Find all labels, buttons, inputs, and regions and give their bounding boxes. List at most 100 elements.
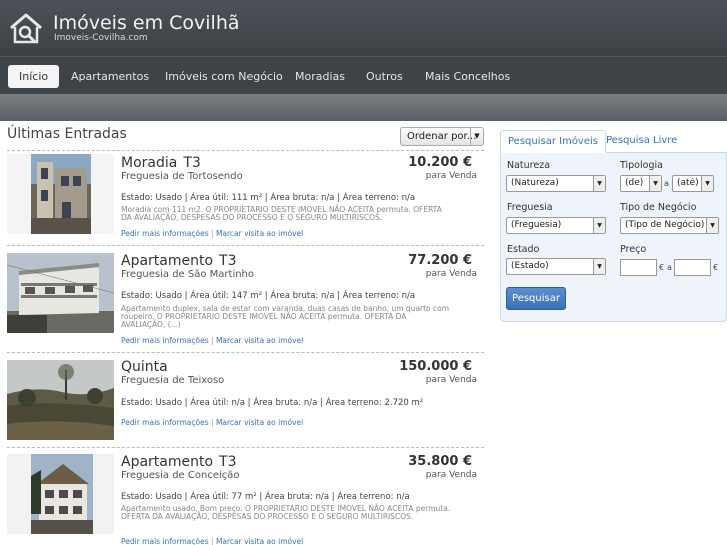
- request-info-link[interactable]: Pedir mais informações: [121, 418, 209, 427]
- chevron-down-icon: ▼: [593, 176, 605, 191]
- tipo-negocio-label: Tipo de Negócio: [620, 202, 697, 213]
- section-title: Últimas Entradas: [7, 126, 127, 142]
- divider: [7, 447, 484, 448]
- listing-details: Estado: Usado | Área útil: n/a | Área br…: [121, 398, 424, 408]
- chevron-down-icon: ▼: [593, 259, 605, 274]
- listing-deal: para Venda: [425, 171, 477, 181]
- tipologia-to-select[interactable]: (até) ▼: [672, 175, 714, 192]
- listing-type-name: Apartamento: [121, 253, 214, 269]
- price-max-input[interactable]: [674, 259, 711, 276]
- tipo-negocio-value: (Tipo de Negócio): [625, 220, 705, 230]
- nav-item-mais-concelhos[interactable]: Mais Concelhos: [425, 65, 510, 88]
- listing-type[interactable]: Apartamento T3: [121, 454, 237, 470]
- freguesia-value: (Freguesia): [511, 220, 562, 230]
- listing-details: Estado: Usado | Área útil: 147 m² | Área…: [121, 291, 416, 301]
- listing-links: Pedir mais informações | Marcar visita a…: [121, 418, 303, 427]
- schedule-visit-link[interactable]: Marcar visita ao imóvel: [216, 418, 303, 427]
- site-title[interactable]: Imóveis em Covilhã: [53, 12, 240, 34]
- main-nav: Início Apartamentos Imóveis com Negócio …: [0, 56, 727, 94]
- currency-label: €: [659, 263, 665, 272]
- nav-item-moradias[interactable]: Moradias: [295, 65, 345, 88]
- listing-parish: Freguesia de São Martinho: [121, 269, 255, 280]
- listing-parish: Freguesia de Conceição: [121, 470, 240, 481]
- listing-details: Estado: Usado | Área útil: 77 m² | Área …: [121, 492, 410, 502]
- tipologia-to-value: (até): [677, 178, 699, 188]
- link-separator: |: [211, 336, 214, 345]
- listing-type-name: Apartamento: [121, 454, 214, 470]
- listing-details: Estado: Usado | Área útil: 111 m² | Área…: [121, 193, 416, 203]
- listing-deal: para Venda: [425, 269, 477, 279]
- schedule-visit-link[interactable]: Marcar visita ao imóvel: [216, 336, 303, 345]
- listing-description: Apartamento usado. Bom preço. O PROPRIET…: [121, 504, 451, 521]
- freguesia-select[interactable]: (Freguesia) ▼: [506, 217, 606, 234]
- tipo-negocio-select[interactable]: (Tipo de Negócio) ▼: [620, 217, 719, 234]
- listing-price: 10.200 €: [408, 155, 472, 170]
- header-bar: [0, 94, 727, 121]
- freguesia-label: Freguesia: [507, 202, 553, 213]
- listing-type-name: Quinta: [121, 359, 168, 375]
- listing-links: Pedir mais informações | Marcar visita a…: [121, 336, 303, 345]
- range-connector: a: [664, 179, 669, 188]
- chevron-down-icon: ▼: [649, 176, 661, 191]
- listing-typology: T3: [183, 155, 201, 171]
- link-separator: |: [211, 229, 214, 238]
- tipologia-from-select[interactable]: (de) ▼: [620, 175, 662, 192]
- request-info-link[interactable]: Pedir mais informações: [121, 229, 209, 238]
- schedule-visit-link[interactable]: Marcar visita ao imóvel: [216, 537, 303, 545]
- currency-label: €: [713, 263, 719, 272]
- listing-description: Apartamento duplex, sala de estar com va…: [121, 304, 450, 329]
- chevron-down-icon: ▼: [593, 218, 605, 233]
- divider: [7, 352, 484, 353]
- search-button[interactable]: Pesquisar: [506, 287, 566, 310]
- site-subtitle: Imoveis-Covilha.com: [54, 33, 148, 43]
- listing-photo[interactable]: [7, 360, 114, 440]
- chevron-down-icon: ▼: [701, 176, 713, 191]
- chevron-down-icon: ▼: [470, 128, 483, 145]
- listing-photo[interactable]: [7, 253, 114, 333]
- listing-type[interactable]: Moradia T3: [121, 155, 201, 171]
- tab-pesquisar-imoveis[interactable]: Pesquisar Imóveis: [500, 130, 606, 153]
- listing-typology: T3: [219, 253, 237, 269]
- listing-price: 77.200 €: [408, 253, 472, 268]
- listing-type[interactable]: Quinta: [121, 359, 168, 375]
- listing-deal: para Venda: [425, 375, 477, 385]
- listing-typology: T3: [219, 454, 237, 470]
- listing-photo[interactable]: [7, 454, 114, 534]
- listing-links: Pedir mais informações | Marcar visita a…: [121, 229, 303, 238]
- listing-type[interactable]: Apartamento T3: [121, 253, 237, 269]
- preco-label: Preço: [620, 244, 647, 255]
- nav-item-inicio[interactable]: Início: [8, 65, 60, 88]
- range-connector: a: [667, 263, 672, 272]
- listing-deal: para Venda: [425, 470, 477, 480]
- natureza-label: Natureza: [507, 160, 551, 171]
- listing-parish: Freguesia de Tortosendo: [121, 171, 243, 182]
- listing-price: 150.000 €: [399, 359, 472, 374]
- nav-item-imoveis-com-negocio[interactable]: Imóveis com Negócio: [165, 65, 283, 88]
- request-info-link[interactable]: Pedir mais informações: [121, 336, 209, 345]
- divider: [7, 245, 484, 246]
- price-min-input[interactable]: [620, 259, 657, 276]
- nav-item-outros[interactable]: Outros: [366, 65, 403, 88]
- estado-select[interactable]: (Estado) ▼: [506, 258, 606, 275]
- sort-dropdown[interactable]: Ordenar por... ▼: [400, 127, 484, 146]
- divider: [7, 150, 484, 151]
- natureza-select[interactable]: (Natureza) ▼: [506, 175, 606, 192]
- tipologia-label: Tipologia: [620, 160, 663, 171]
- listing-links: Pedir mais informações | Marcar visita a…: [121, 537, 303, 545]
- link-separator: |: [211, 418, 214, 427]
- tab-pesquisa-livre[interactable]: Pesquisa Livre: [599, 130, 684, 153]
- listing-photo[interactable]: [7, 154, 114, 234]
- listing-parish: Freguesia de Teixoso: [121, 375, 225, 386]
- chevron-down-icon: ▼: [706, 218, 718, 233]
- request-info-link[interactable]: Pedir mais informações: [121, 537, 209, 545]
- house-search-icon[interactable]: [8, 11, 44, 47]
- sort-label: Ordenar por...: [407, 131, 477, 142]
- estado-label: Estado: [507, 244, 540, 255]
- link-separator: |: [211, 537, 214, 545]
- natureza-value: (Natureza): [511, 178, 559, 188]
- estado-value: (Estado): [511, 261, 549, 271]
- nav-item-apartamentos[interactable]: Apartamentos: [71, 65, 149, 88]
- listing-description: Moradia com 111 m2. O PROPRIETARIO DESTE…: [121, 205, 442, 222]
- schedule-visit-link[interactable]: Marcar visita ao imóvel: [216, 229, 303, 238]
- site-header: Imóveis em Covilhã Imoveis-Covilha.com: [0, 0, 727, 56]
